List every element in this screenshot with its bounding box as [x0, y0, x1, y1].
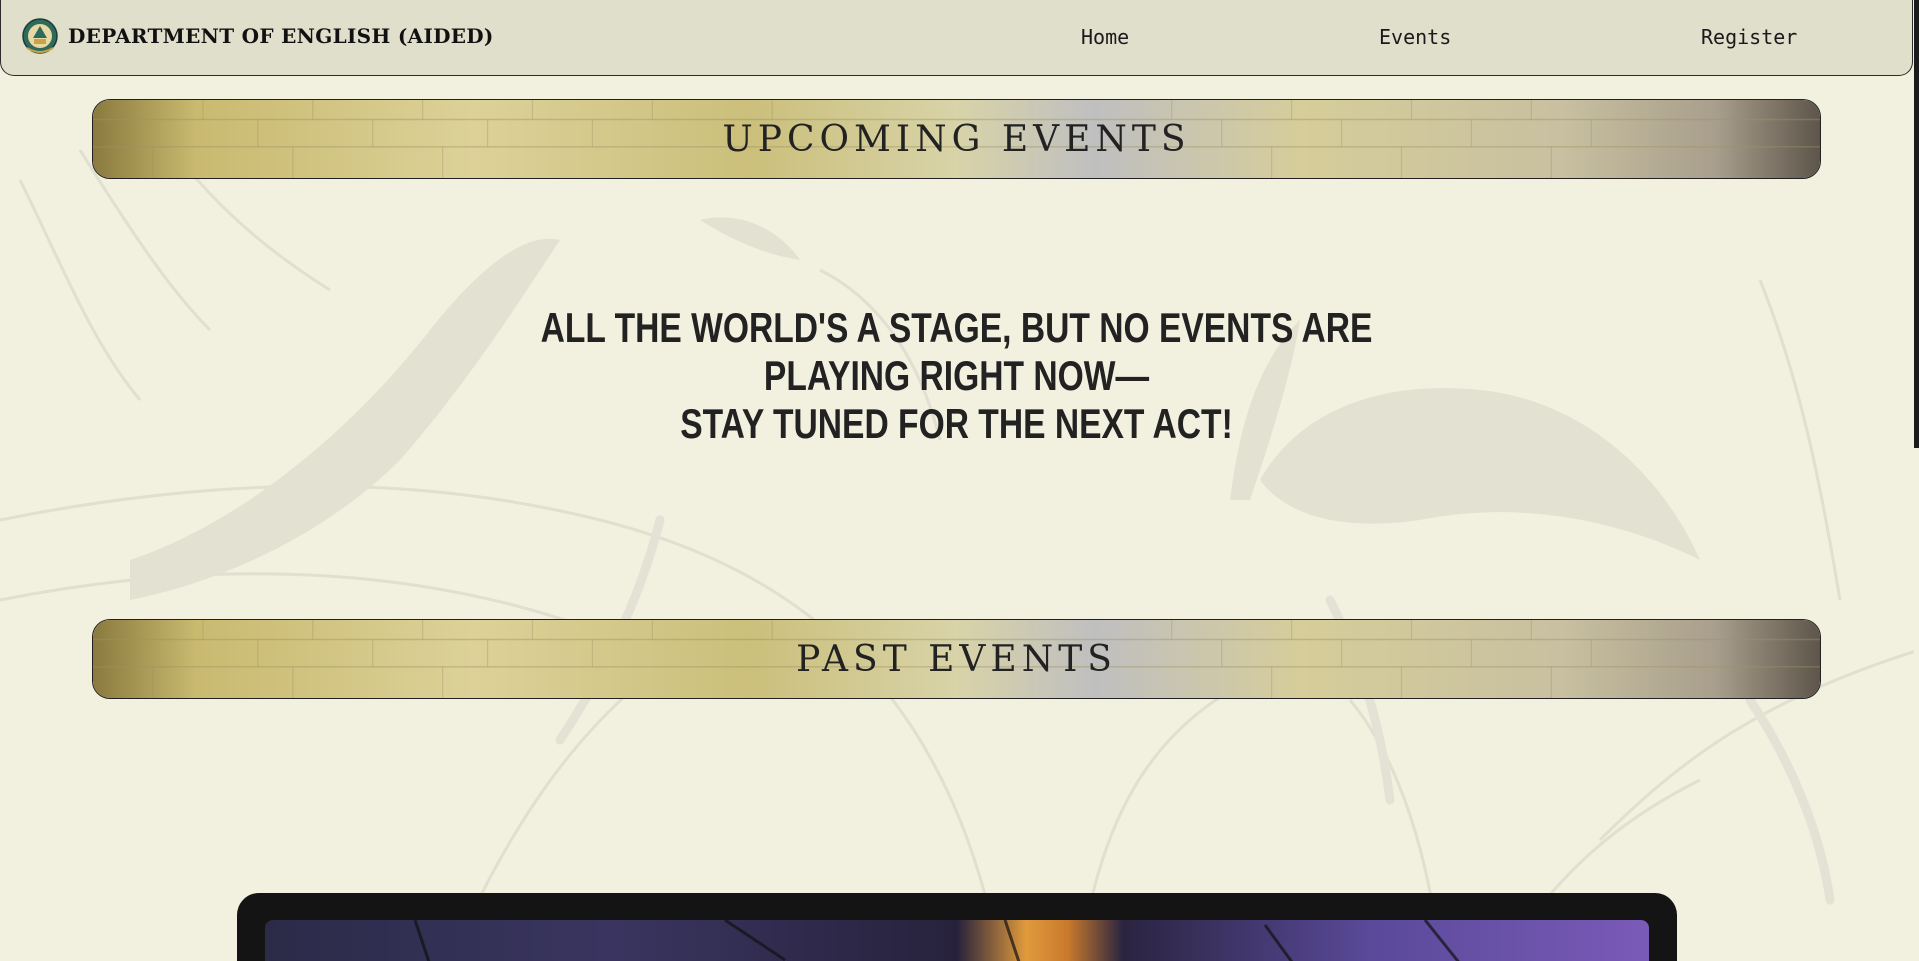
- upcoming-events-banner: UPCOMING EVENTS: [92, 99, 1821, 179]
- nav-home-link[interactable]: Home: [1081, 25, 1129, 49]
- nav-events-link[interactable]: Events: [1379, 25, 1451, 49]
- no-events-message-line1: ALL THE WORLD'S A STAGE, BUT NO EVENTS A…: [540, 304, 1373, 399]
- past-events-banner: PAST EVENTS: [92, 619, 1821, 699]
- past-events-title: PAST EVENTS: [796, 638, 1117, 680]
- no-events-message: ALL THE WORLD'S A STAGE, BUT NO EVENTS A…: [511, 304, 1401, 448]
- college-crest-icon: [22, 18, 58, 54]
- top-navbar: DEPARTMENT OF ENGLISH (AIDED) Home Event…: [0, 0, 1913, 76]
- no-events-message-line2: STAY TUNED FOR THE NEXT ACT!: [680, 400, 1233, 447]
- past-event-image[interactable]: [265, 920, 1649, 961]
- upcoming-events-title: UPCOMING EVENTS: [722, 118, 1191, 160]
- nav-register-link[interactable]: Register: [1701, 25, 1797, 49]
- past-event-card[interactable]: [237, 893, 1677, 961]
- department-name: DEPARTMENT OF ENGLISH (AIDED): [68, 24, 494, 48]
- brand[interactable]: DEPARTMENT OF ENGLISH (AIDED): [21, 16, 494, 56]
- scrollbar-thumb[interactable]: [1914, 0, 1919, 448]
